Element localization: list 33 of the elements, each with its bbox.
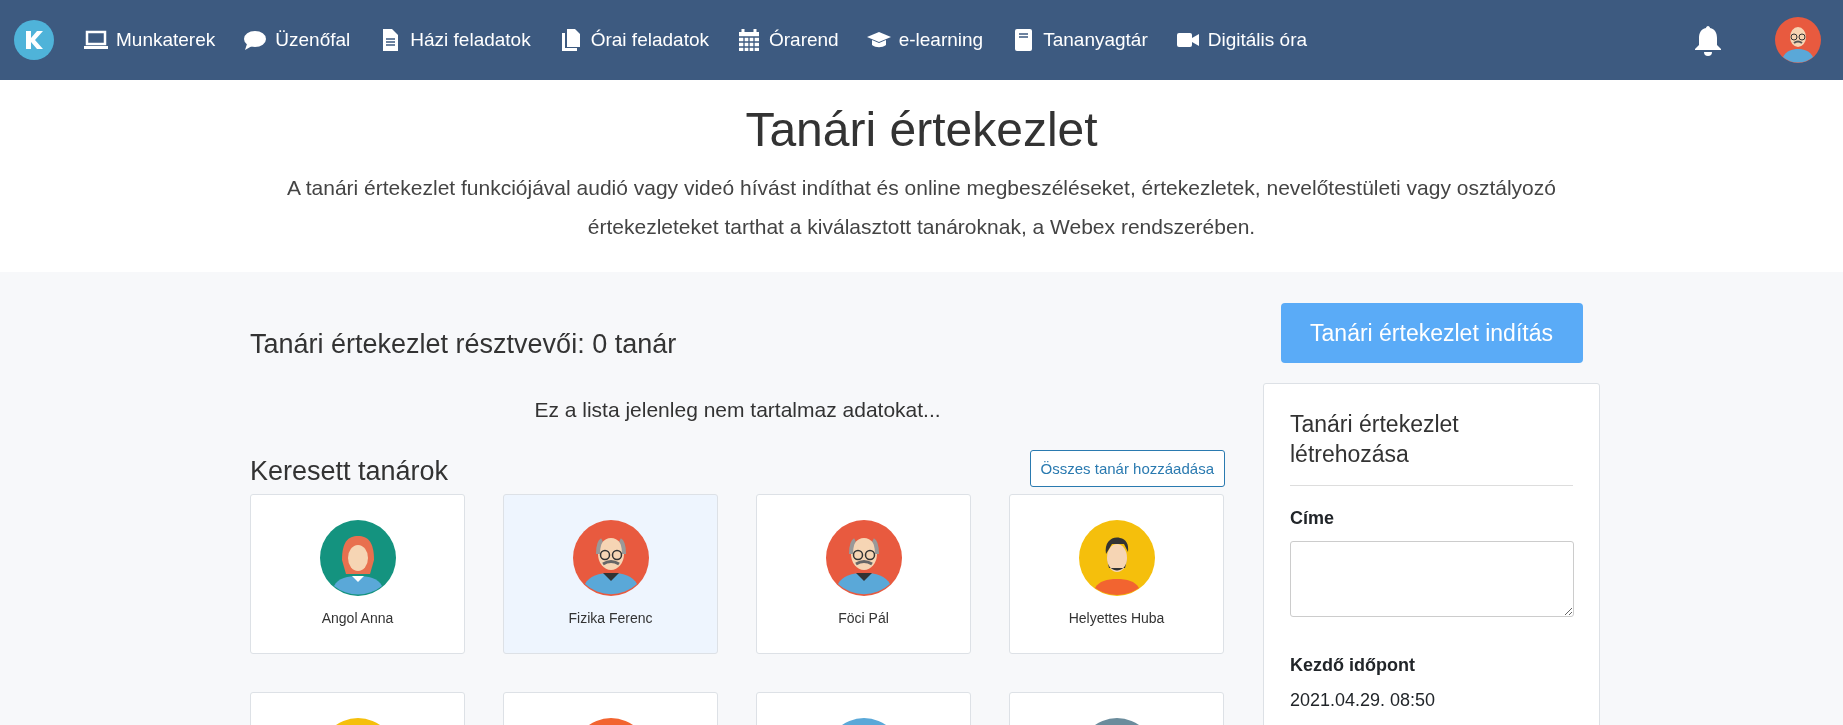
nav-link[interactable]: e-learning	[866, 28, 984, 52]
nav-link[interactable]: Órai feladatok	[558, 28, 709, 52]
nav-link[interactable]: Munkaterek	[84, 28, 216, 52]
nav-link[interactable]: Tananyagtár	[1011, 28, 1148, 52]
start-time-value: 2021.04.29. 08:50	[1290, 690, 1436, 711]
teacher-name: Föci Pál	[838, 610, 889, 626]
page-title: Tanári értekezlet	[744, 102, 1099, 158]
notification-bell-icon[interactable]	[1693, 24, 1723, 56]
teacher-card[interactable]: Helyettes Huba	[1009, 494, 1224, 654]
add-all-button[interactable]: Összes tanár hozzáadása	[1029, 450, 1225, 487]
page-description: A tanári értekezlet funkciójával audió vagy videó hívást indíthat és online megbeszéléseket, értekezletek, nevelőtestületi vagy osztályozó értekezleteket tarthat a kiválasztott tanároknak, a Webex rendszerében.	[286, 175, 1557, 240]
chat-icon	[243, 28, 268, 52]
teacher-card[interactable]: Angol Anna	[250, 494, 465, 654]
calendar-icon	[737, 28, 761, 52]
nav-link[interactable]: Házi feladatok	[378, 28, 531, 52]
search-results-heading: Keresett tanárok	[250, 456, 449, 487]
start-time-label: Kezdő időpont	[1290, 655, 1415, 676]
nav-link[interactable]: Üzenőfal	[243, 28, 351, 52]
empty-list-message: Ez a lista jelenleg nem tartalmaz adatokat...	[533, 398, 942, 422]
laptop-icon	[84, 28, 108, 52]
nav-link[interactable]: Órarend	[737, 28, 839, 52]
title-input-field[interactable]	[1290, 541, 1574, 617]
title-label: Címe	[1290, 508, 1334, 529]
teacher-card[interactable]: Föci Pál	[756, 494, 971, 654]
logo-icon[interactable]	[14, 20, 54, 60]
teacher-name: Helyettes Huba	[1068, 610, 1165, 626]
user-avatar-icon[interactable]	[1775, 17, 1821, 63]
participants-heading: Tanári értekezlet résztvevői: 0 tanár	[250, 329, 678, 360]
teacher-name: Angol Anna	[321, 610, 394, 626]
teacher-name: Fizika Ferenc	[568, 610, 653, 626]
panel-title: Tanári értekezlet létrehozása	[1290, 410, 1460, 469]
nav-link[interactable]: Digitális óra	[1175, 28, 1308, 52]
teacher-card[interactable]: Fizika Ferenc	[503, 494, 718, 654]
